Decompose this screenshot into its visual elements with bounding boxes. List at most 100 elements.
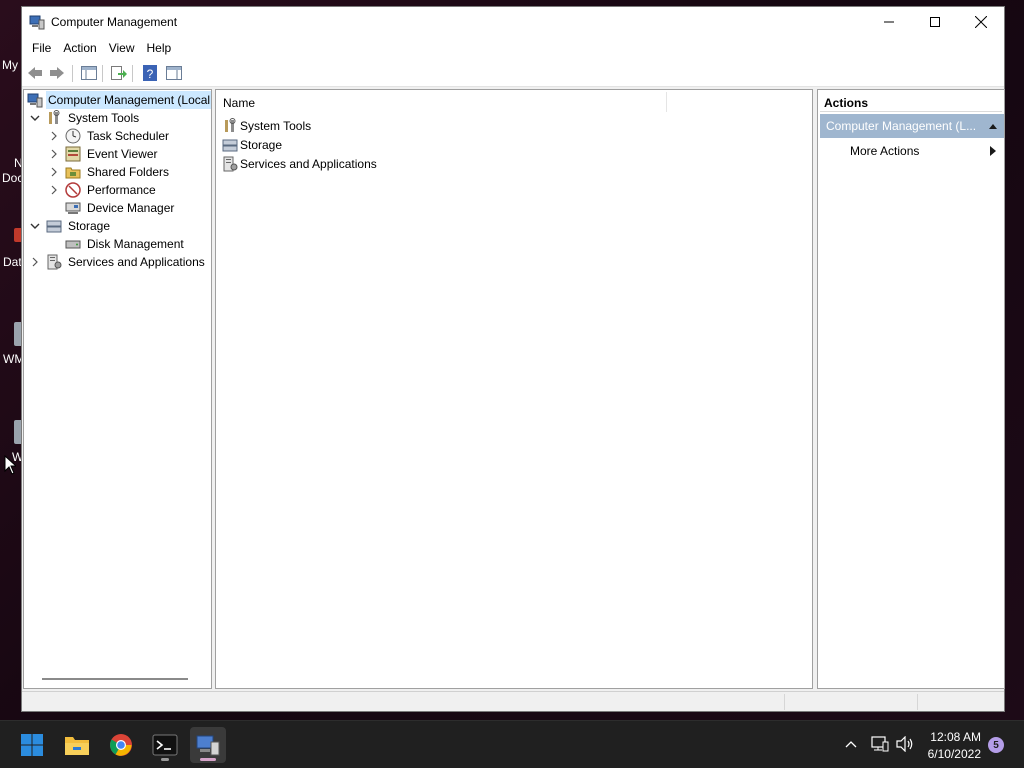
back-arrow-icon [28, 67, 42, 79]
task-scheduler-icon [65, 128, 81, 144]
tree-item-shared-folders[interactable]: Shared Folders [24, 163, 211, 181]
toolbar: ? [22, 59, 1004, 87]
close-button[interactable] [958, 7, 1004, 37]
chevron-down-icon[interactable] [30, 221, 40, 231]
list-item-label: Storage [240, 137, 283, 152]
tree-item-storage[interactable]: Storage [24, 217, 211, 235]
menu-bar: File Action View Help [22, 37, 1004, 59]
start-icon [21, 734, 43, 756]
shared-folders-icon [65, 167, 81, 179]
submenu-arrow-icon [990, 146, 996, 156]
taskbar-file-explorer[interactable] [59, 727, 95, 763]
tree-item-device-manager[interactable]: Device Manager [24, 199, 211, 217]
toolbar-separator [102, 65, 103, 82]
actions-group-label: Computer Management (L... [826, 119, 977, 133]
forward-arrow-icon [50, 67, 64, 79]
tree-item-label: Event Viewer [87, 147, 158, 161]
help-icon: ? [143, 65, 157, 81]
actions-pane: Actions Computer Management (L... More A… [817, 89, 1005, 689]
tree-item-label: Task Scheduler [87, 129, 170, 143]
chrome-icon [110, 734, 132, 756]
chevron-right-icon[interactable] [49, 185, 59, 195]
column-header-name[interactable]: Name [223, 96, 255, 110]
network-icon [871, 736, 889, 752]
chevron-down-icon[interactable] [30, 113, 40, 123]
tree-item-label: Performance [87, 183, 156, 197]
chevron-right-icon[interactable] [30, 257, 40, 267]
taskbar-chrome[interactable] [103, 727, 139, 763]
event-viewer-icon [65, 146, 81, 162]
network-button[interactable] [871, 735, 889, 753]
taskbar-computer-management[interactable] [190, 727, 226, 763]
disk-management-icon [65, 240, 81, 249]
tree-item-task-scheduler[interactable]: Task Scheduler [24, 127, 211, 145]
toolbar-separator [72, 65, 73, 82]
tree-item-computer-management[interactable]: Computer Management (Local [24, 91, 211, 109]
computer-management-icon [29, 15, 45, 30]
list-item-storage[interactable]: Storage [222, 135, 282, 154]
storage-icon [222, 139, 238, 151]
export-list-button[interactable] [110, 64, 128, 82]
notification-badge[interactable]: 5 [988, 737, 1004, 753]
mouse-cursor-icon [4, 455, 16, 475]
clock-date[interactable]: 6/10/2022 [928, 747, 981, 761]
column-divider[interactable] [666, 92, 667, 112]
computer-management-icon [27, 93, 43, 108]
tree-item-label: Computer Management (Local [46, 91, 211, 109]
taskbar: 12:08 AM 6/10/2022 5 [0, 720, 1024, 768]
show-hide-console-tree-button[interactable] [80, 64, 98, 82]
tree-item-services-and-applications[interactable]: Services and Applications [24, 253, 211, 271]
actions-header: Actions [820, 92, 1002, 112]
column-header: Name [216, 90, 812, 114]
collapse-up-icon[interactable] [988, 122, 998, 130]
system-tools-icon [225, 117, 236, 132]
menu-file[interactable]: File [26, 37, 57, 59]
list-item-system-tools[interactable]: System Tools [222, 116, 311, 135]
chevron-right-icon[interactable] [49, 167, 59, 177]
clock-time[interactable]: 12:08 AM [930, 730, 981, 744]
terminal-icon [152, 734, 178, 756]
forward-button[interactable] [48, 64, 66, 82]
chevron-right-icon[interactable] [49, 131, 59, 141]
status-separator [784, 694, 785, 710]
back-button[interactable] [26, 64, 44, 82]
chevron-up-icon [845, 741, 857, 748]
volume-button[interactable] [896, 735, 914, 753]
console-tree[interactable]: Computer Management (Local System Tools … [23, 89, 212, 689]
maximize-button[interactable] [912, 7, 958, 37]
minimize-button[interactable] [866, 7, 912, 37]
tree-item-performance[interactable]: Performance [24, 181, 211, 199]
menu-help[interactable]: Help [141, 37, 178, 59]
show-hide-action-pane-button[interactable] [165, 64, 183, 82]
actions-group-computer-management[interactable]: Computer Management (L... [820, 114, 1004, 138]
running-indicator [161, 758, 169, 761]
help-button[interactable]: ? [141, 64, 159, 82]
chevron-right-icon[interactable] [49, 149, 59, 159]
file-explorer-icon [65, 737, 89, 755]
title-bar[interactable]: Computer Management [22, 7, 1004, 37]
window-title: Computer Management [51, 15, 178, 29]
maximize-icon [930, 17, 940, 27]
horizontal-scrollbar[interactable] [42, 678, 188, 680]
status-separator [917, 694, 918, 710]
tree-item-label: System Tools [68, 111, 140, 125]
tree-item-disk-management[interactable]: Disk Management [24, 235, 211, 253]
desktop-icon-label[interactable]: Dat [3, 255, 22, 269]
more-actions-item[interactable]: More Actions [820, 140, 1004, 162]
tree-item-system-tools[interactable]: System Tools [24, 109, 211, 127]
list-item-services-and-applications[interactable]: Services and Applications [222, 154, 377, 173]
computer-management-icon [196, 735, 220, 756]
storage-icon [46, 220, 62, 233]
tree-item-event-viewer[interactable]: Event Viewer [24, 145, 211, 163]
menu-action[interactable]: Action [57, 37, 102, 59]
show-hidden-icons-button[interactable] [842, 735, 860, 753]
close-icon [975, 16, 987, 28]
start-button[interactable] [14, 727, 50, 763]
tree-item-label: Storage [68, 219, 111, 233]
list-item-label: Services and Applications [240, 156, 377, 171]
minimize-icon [884, 21, 894, 23]
desktop-icon-label[interactable]: My [2, 58, 18, 72]
content-list[interactable]: Name System Tools Storage Services and A… [215, 89, 813, 689]
menu-view[interactable]: View [103, 37, 141, 59]
taskbar-terminal[interactable] [147, 727, 183, 763]
